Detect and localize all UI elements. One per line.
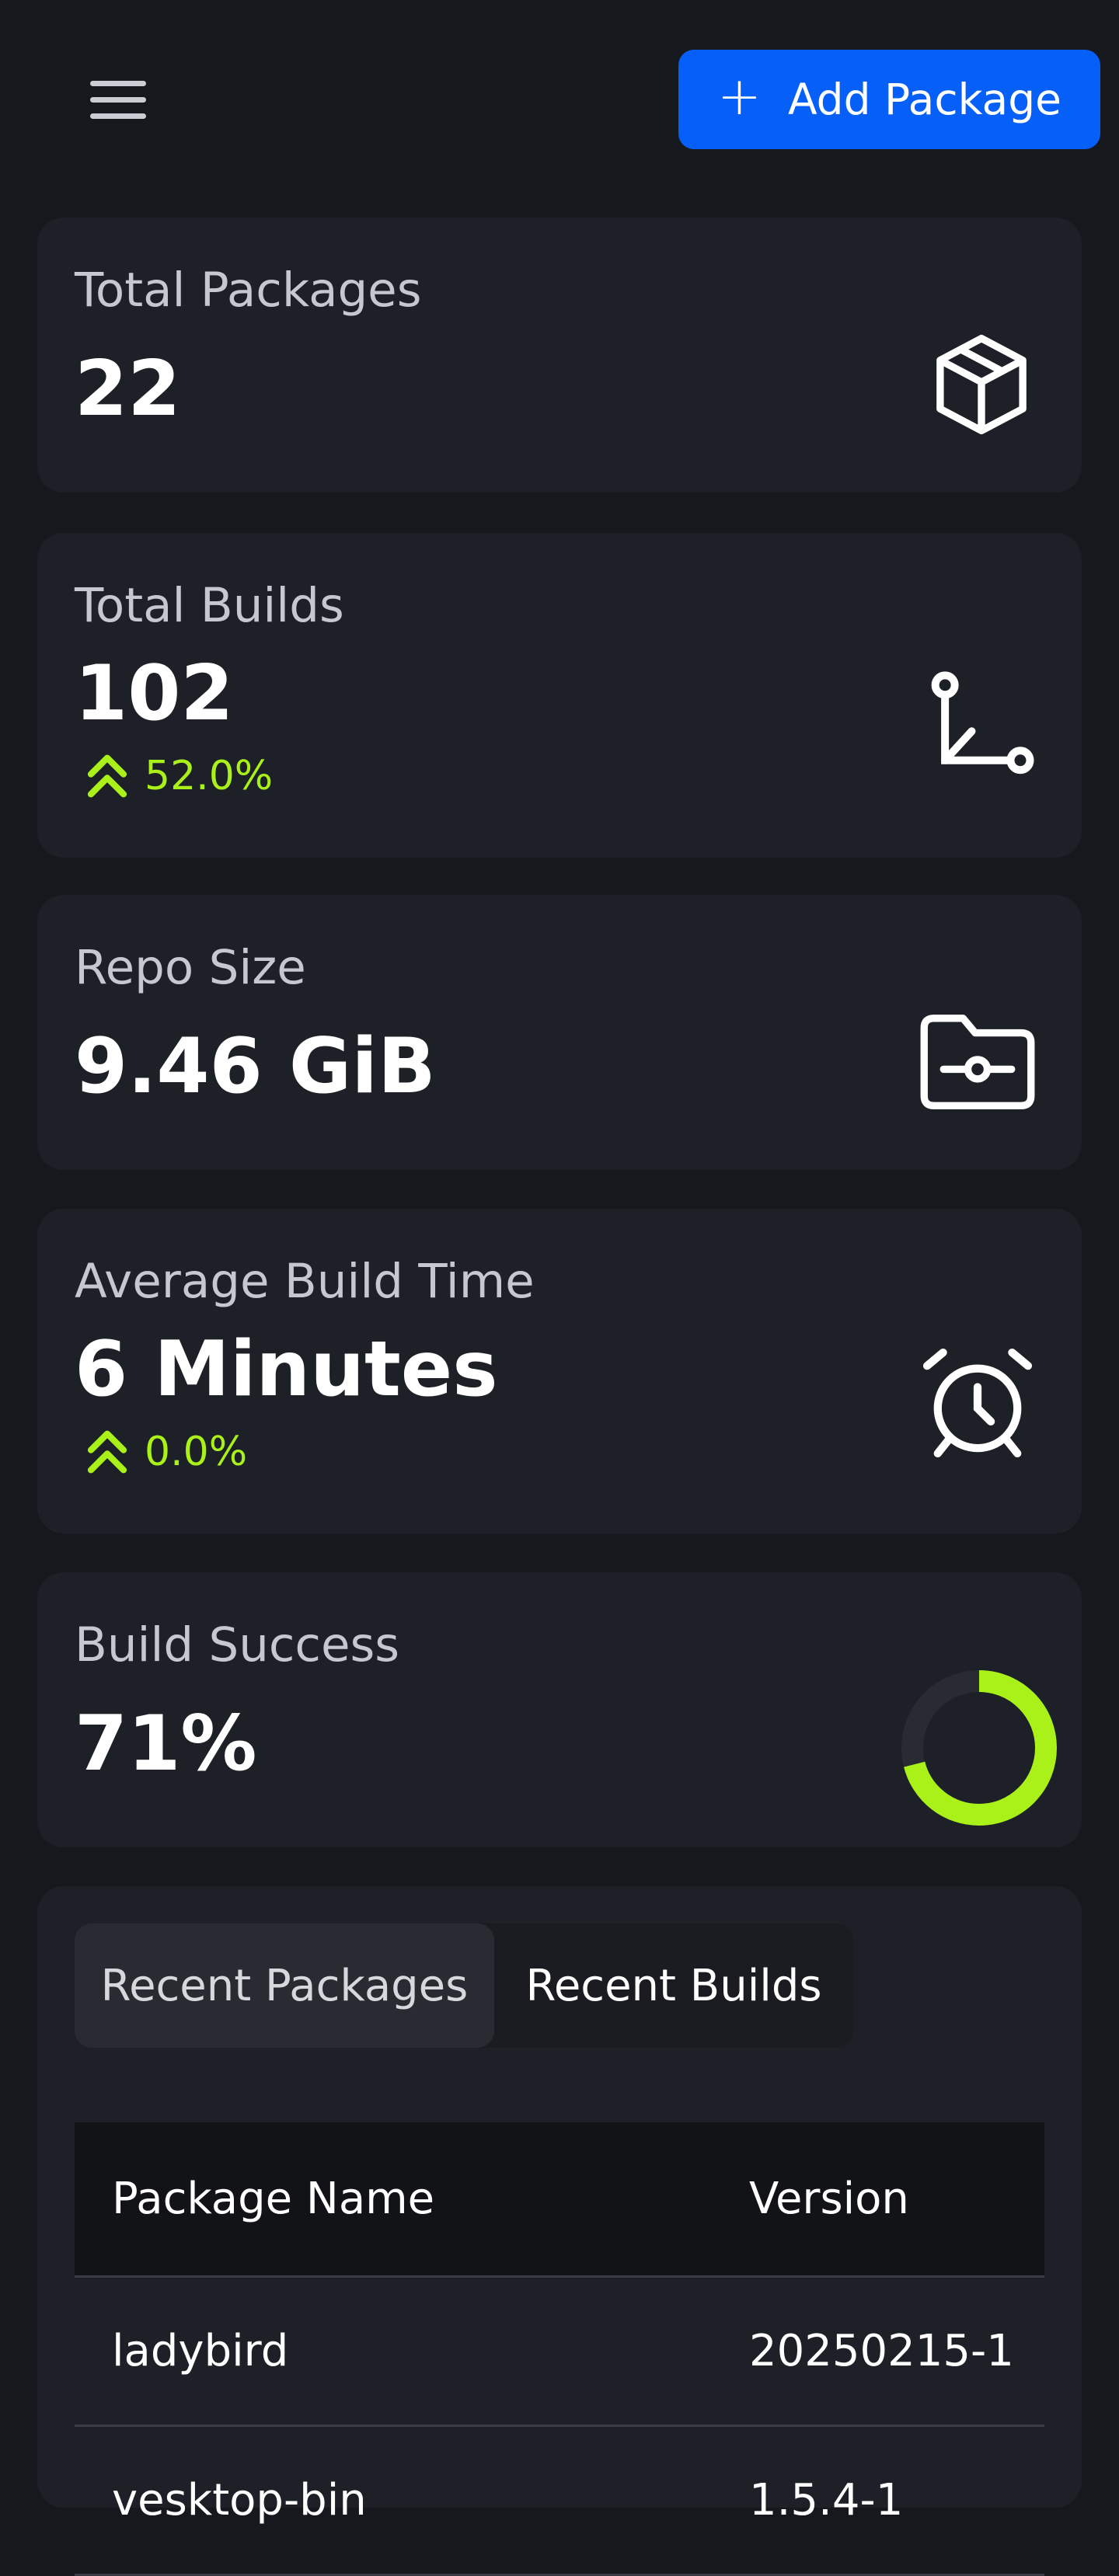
repo-size-label: Repo Size	[75, 940, 306, 995]
version-cell: 20250215-1	[749, 2326, 1014, 2376]
git-branch-icon	[931, 671, 1034, 775]
table-header: Package Name Version	[75, 2122, 1044, 2278]
recent-packages-table: Package Name Version ladybird 20250215-1…	[75, 2122, 1044, 2576]
tab-recent-builds[interactable]: Recent Builds	[494, 1923, 853, 2048]
total-builds-card: Total Builds 102 52.0%	[37, 533, 1082, 858]
build-success-label: Build Success	[75, 1617, 400, 1673]
avg-build-time-trend: 0.0%	[85, 1428, 247, 1476]
add-package-button[interactable]: + Add Package	[678, 50, 1100, 149]
recent-activity-card: Recent Packages Recent Builds Package Na…	[37, 1886, 1082, 2576]
total-builds-trend-value: 52.0%	[145, 753, 274, 799]
total-packages-card: Total Packages 22	[37, 218, 1082, 493]
package-box-icon	[936, 334, 1027, 435]
avg-build-time-label: Average Build Time	[75, 1254, 535, 1309]
top-bar: + Add Package	[0, 0, 1119, 194]
column-header-version: Version	[749, 2174, 909, 2224]
build-success-donut	[901, 1670, 1057, 1826]
package-name-cell: ladybird	[112, 2326, 289, 2376]
plus-icon: +	[717, 66, 762, 127]
table-row[interactable]: vesktop-bin 1.5.4-1	[75, 2427, 1044, 2576]
column-header-package-name: Package Name	[112, 2174, 435, 2224]
avg-build-time-value: 6 Minutes	[75, 1325, 498, 1414]
package-name-cell: vesktop-bin	[112, 2475, 367, 2526]
version-cell: 1.5.4-1	[749, 2475, 904, 2526]
folder-icon	[920, 1015, 1035, 1109]
avg-build-time-trend-value: 0.0%	[145, 1429, 248, 1475]
hamburger-menu-icon[interactable]	[79, 68, 157, 131]
double-chevron-up-icon	[87, 754, 127, 798]
total-packages-label: Total Packages	[75, 263, 422, 318]
build-success-card: Build Success 71%	[37, 1572, 1082, 1847]
table-row[interactable]: ladybird 20250215-1	[75, 2278, 1044, 2427]
total-builds-label: Total Builds	[75, 578, 344, 633]
add-package-label: Add Package	[788, 75, 1061, 124]
avg-build-time-card: Average Build Time 6 Minutes 0.0%	[37, 1209, 1082, 1533]
repo-size-value: 9.46 GiB	[75, 1022, 436, 1111]
double-chevron-up-icon	[87, 1430, 127, 1474]
alarm-clock-icon	[922, 1348, 1033, 1458]
total-packages-value: 22	[75, 345, 181, 433]
total-builds-value: 102	[75, 649, 234, 738]
repo-size-card: Repo Size 9.46 GiB	[37, 895, 1082, 1170]
total-builds-trend: 52.0%	[85, 752, 273, 800]
recent-tabs: Recent Packages Recent Builds	[75, 1923, 853, 2048]
tab-recent-packages[interactable]: Recent Packages	[75, 1923, 494, 2048]
build-success-value: 71%	[75, 1700, 257, 1788]
